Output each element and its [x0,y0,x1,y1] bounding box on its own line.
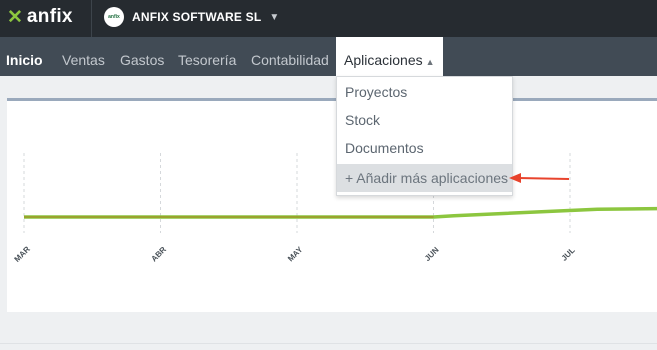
page-bottom-line [0,343,657,344]
annotation-overlay [509,173,570,183]
red-arrow-icon [509,173,570,183]
